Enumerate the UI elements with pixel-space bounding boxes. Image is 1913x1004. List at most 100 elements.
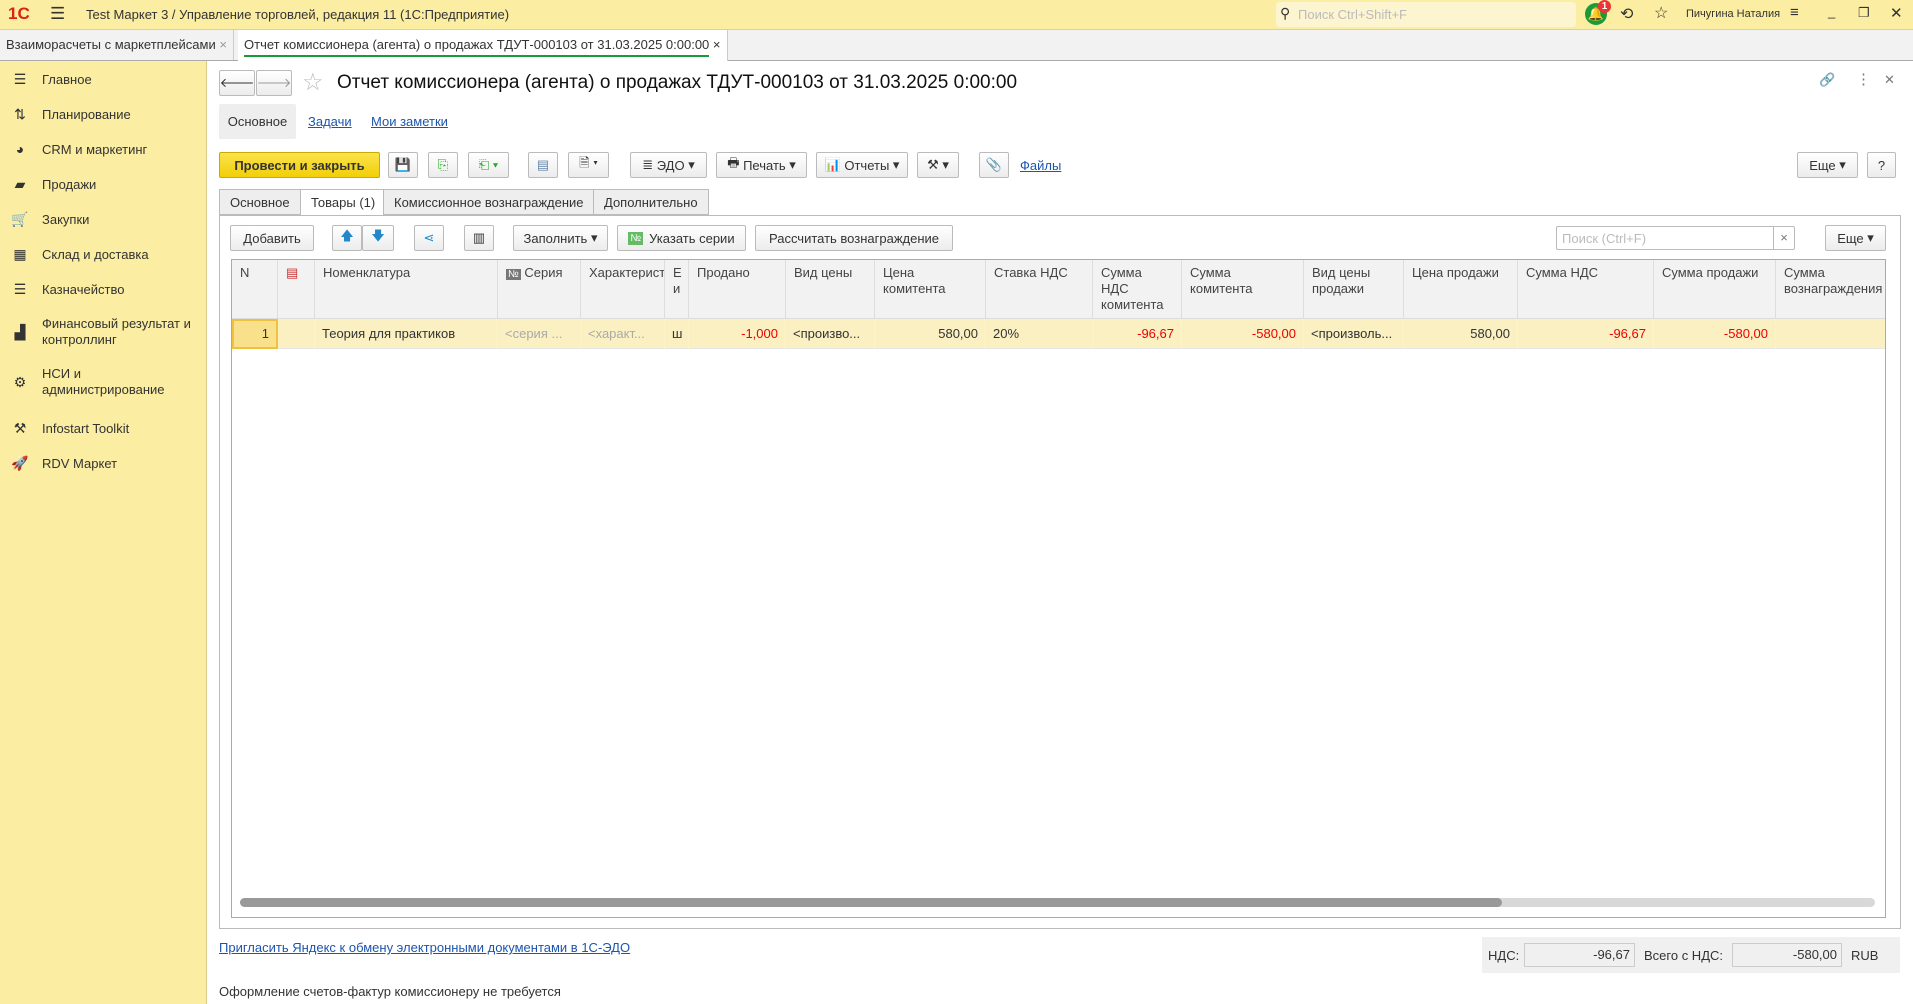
table-search-input[interactable]: Поиск (Ctrl+F) bbox=[1562, 231, 1646, 246]
column-header-nomenclature[interactable]: Номенклатура bbox=[315, 260, 498, 319]
user-name[interactable]: Пичугина Наталия bbox=[1686, 8, 1780, 20]
cell-vat-sum[interactable]: -96,67 bbox=[1518, 319, 1654, 349]
related-docs-button[interactable]: 🗎 ▾ bbox=[568, 152, 609, 178]
minimize-icon[interactable]: _ bbox=[1828, 4, 1835, 19]
sidebar-item-infostart[interactable]: ⚒ Infostart Toolkit bbox=[0, 418, 207, 438]
attach-button[interactable]: 📎 bbox=[979, 152, 1009, 178]
specify-series-button[interactable]: № Указать серии bbox=[617, 225, 746, 251]
column-header-sale-sum[interactable]: Сумма продажи bbox=[1654, 260, 1776, 319]
files-link[interactable]: Файлы bbox=[1020, 158, 1061, 173]
column-header-characteristic[interactable]: Характеристика bbox=[581, 260, 665, 319]
cell-consignor-vat[interactable]: -96,67 bbox=[1093, 319, 1182, 349]
tab-goods[interactable]: Товары (1) bbox=[300, 189, 387, 216]
cell-consignor-sum[interactable]: -580,00 bbox=[1182, 319, 1304, 349]
close-form-icon[interactable]: ✕ bbox=[1884, 72, 1895, 88]
cell-vat-rate[interactable]: 20% bbox=[986, 319, 1093, 349]
add-button[interactable]: Добавить bbox=[230, 225, 314, 251]
column-header-icon[interactable]: ▤ bbox=[278, 260, 315, 319]
help-button[interactable]: ? bbox=[1867, 152, 1896, 178]
more-vert-icon[interactable]: ⋮ bbox=[1856, 70, 1871, 88]
fill-button[interactable]: Заполнить ▾ bbox=[513, 225, 608, 251]
back-button[interactable]: 🡐 bbox=[219, 70, 255, 96]
sidebar-item-treasury[interactable]: ☰ Казначейство bbox=[0, 279, 207, 299]
sidebar-item-planning[interactable]: ⇅ Планирование bbox=[0, 104, 207, 124]
tab-additional[interactable]: Дополнительно bbox=[593, 189, 709, 215]
tools-button[interactable]: ⚒ ▾ bbox=[917, 152, 959, 178]
cell-series[interactable]: <серия ... bbox=[498, 319, 581, 349]
column-header-consignor-vat[interactable]: Сумма НДС комитента bbox=[1093, 260, 1182, 319]
cell-nomenclature[interactable]: Теория для практиков bbox=[315, 319, 498, 349]
edo-invite-link[interactable]: Пригласить Яндекс к обмену электронными … bbox=[219, 940, 630, 955]
column-header-sale-price[interactable]: Цена продажи bbox=[1404, 260, 1518, 319]
sidebar-item-main[interactable]: ☰ Главное bbox=[0, 69, 207, 89]
column-header-consignor-price[interactable]: Цена комитента bbox=[875, 260, 986, 319]
global-search[interactable]: ⚲ Поиск Ctrl+Shift+F bbox=[1276, 2, 1576, 27]
reports-button[interactable]: 📊 Отчеты ▾ bbox=[816, 152, 908, 178]
cell-sale-sum[interactable]: -580,00 bbox=[1654, 319, 1776, 349]
barcode-search-button[interactable]: ▥ bbox=[464, 225, 494, 251]
cell-icon[interactable] bbox=[278, 319, 315, 349]
cell-characteristic[interactable]: <характ... bbox=[581, 319, 665, 349]
column-header-price-type[interactable]: Вид цены bbox=[786, 260, 875, 319]
star-icon[interactable]: ☆ bbox=[1654, 3, 1668, 23]
sidebar-item-sales[interactable]: ▰ Продажи bbox=[0, 174, 207, 194]
nav-tab-tasks[interactable]: Задачи bbox=[308, 114, 352, 129]
horizontal-scrollbar[interactable] bbox=[240, 898, 1875, 907]
post-button[interactable]: ⎘ bbox=[428, 152, 458, 178]
sidebar-item-admin[interactable]: ⚙ НСИ и администрирование bbox=[0, 364, 207, 400]
cell-commission-sum[interactable] bbox=[1776, 319, 1885, 349]
cell-price-type[interactable]: <произво... bbox=[786, 319, 875, 349]
cell-unit[interactable]: ш bbox=[665, 319, 689, 349]
history-icon[interactable]: ⟲ bbox=[1620, 4, 1633, 24]
column-header-series[interactable]: № Серия bbox=[498, 260, 581, 319]
close-icon[interactable]: × bbox=[219, 37, 227, 52]
table-row[interactable]: 1 Теория для практиков <серия ... <характ..… bbox=[232, 319, 1885, 349]
sidebar-item-warehouse[interactable]: ▦ Склад и доставка bbox=[0, 244, 207, 264]
post-and-close-button[interactable]: Провести и закрыть bbox=[219, 152, 380, 178]
restore-icon[interactable]: ❐ bbox=[1858, 5, 1870, 21]
nav-tab-main[interactable]: Основное bbox=[219, 104, 296, 139]
cell-sale-price[interactable]: 580,00 bbox=[1404, 319, 1518, 349]
calculate-commission-button[interactable]: Рассчитать вознаграждение bbox=[755, 225, 953, 251]
global-search-input[interactable]: Поиск Ctrl+Shift+F bbox=[1298, 7, 1407, 22]
column-header-sold[interactable]: Продано bbox=[689, 260, 786, 319]
forward-button[interactable]: 🡒 bbox=[256, 70, 292, 96]
create-based-button[interactable]: ⎗ ▾ bbox=[468, 152, 509, 178]
settings-menu-icon[interactable]: ≡ bbox=[1790, 4, 1799, 21]
save-button[interactable]: 💾 bbox=[388, 152, 418, 178]
sidebar-item-finance[interactable]: ▟ Финансовый результат и контроллинг bbox=[0, 314, 207, 350]
tab-commission[interactable]: Комиссионное вознаграждение bbox=[383, 189, 595, 215]
register-records-button[interactable]: ▤ bbox=[528, 152, 558, 178]
print-button[interactable]: 🖶 Печать ▾ bbox=[716, 152, 807, 178]
sidebar-item-purchases[interactable]: 🛒 Закупки bbox=[0, 209, 207, 229]
column-header-unit[interactable]: Е и bbox=[665, 260, 689, 319]
nav-tab-notes[interactable]: Мои заметки bbox=[371, 114, 448, 129]
link-icon[interactable]: 🔗 bbox=[1819, 72, 1835, 88]
clear-search-icon[interactable]: × bbox=[1773, 227, 1794, 249]
column-header-n[interactable]: N bbox=[232, 260, 278, 319]
close-window-icon[interactable]: ✕ bbox=[1890, 4, 1903, 22]
cell-sale-price-type[interactable]: <произволь... bbox=[1304, 319, 1404, 349]
favorite-star-icon[interactable]: ☆ bbox=[302, 68, 324, 97]
tab-main[interactable]: Основное bbox=[219, 189, 301, 215]
main-menu-icon[interactable]: ☰ bbox=[50, 4, 65, 24]
table-search[interactable]: Поиск (Ctrl+F) × bbox=[1556, 226, 1795, 250]
column-header-vat-rate[interactable]: Ставка НДС bbox=[986, 260, 1093, 319]
sidebar-item-crm[interactable]: ◕ CRM и маркетинг bbox=[0, 139, 207, 159]
move-up-button[interactable]: 🡅 bbox=[332, 225, 362, 251]
column-header-consignor-sum[interactable]: Сумма комитента bbox=[1182, 260, 1304, 319]
column-header-vat-sum[interactable]: Сумма НДС bbox=[1518, 260, 1654, 319]
share-icon[interactable]: ⋖ bbox=[414, 225, 444, 251]
column-header-sale-price-type[interactable]: Вид цены продажи bbox=[1304, 260, 1404, 319]
window-tab-settlements[interactable]: Взаиморасчеты с маркетплейсами × bbox=[0, 30, 234, 60]
more-button[interactable]: Еще ▾ bbox=[1797, 152, 1858, 178]
window-tab-report[interactable]: Отчет комиссионера (агента) о продажах Т… bbox=[238, 30, 728, 61]
scrollbar-thumb[interactable] bbox=[240, 898, 1502, 907]
cell-sold[interactable]: -1,000 bbox=[689, 319, 786, 349]
cell-n[interactable]: 1 bbox=[232, 319, 278, 349]
cell-consignor-price[interactable]: 580,00 bbox=[875, 319, 986, 349]
move-down-button[interactable]: 🡇 bbox=[362, 225, 394, 251]
edo-button[interactable]: ≣ ЭДО ▾ bbox=[630, 152, 707, 178]
close-icon[interactable]: × bbox=[713, 37, 721, 52]
table-more-button[interactable]: Еще ▾ bbox=[1825, 225, 1886, 251]
